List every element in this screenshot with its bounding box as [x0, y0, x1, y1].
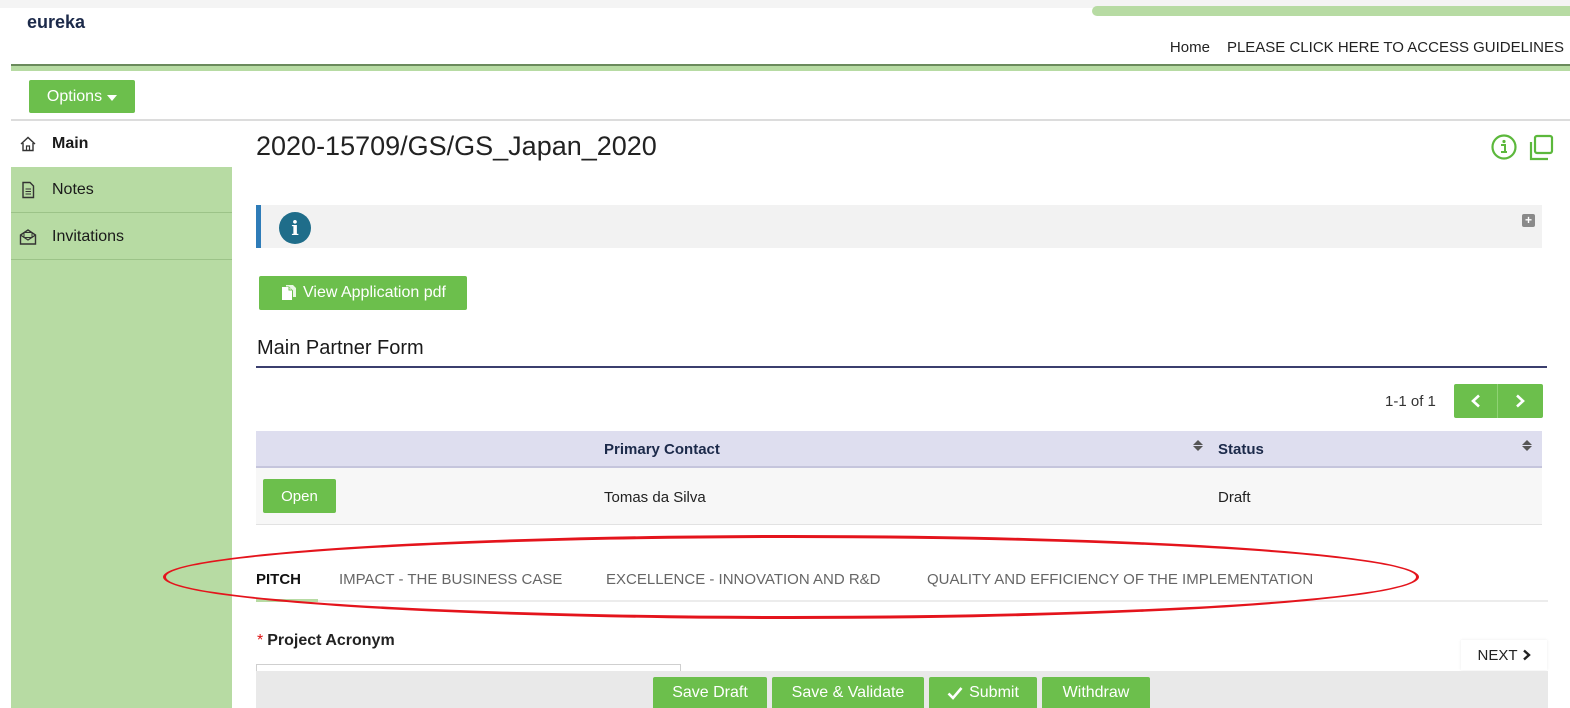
home-icon [20, 136, 36, 152]
info-circle-icon[interactable] [1490, 133, 1518, 161]
sort-icon[interactable] [1522, 440, 1532, 451]
column-header-primary-contact[interactable]: Primary Contact [604, 441, 720, 458]
sidebar-item-main[interactable]: Main [11, 121, 232, 167]
chevron-right-icon [1516, 394, 1525, 408]
section-title: Main Partner Form [257, 337, 424, 359]
save-validate-button[interactable]: Save & Validate [772, 677, 924, 708]
required-marker: * [257, 632, 264, 649]
pager [1454, 384, 1543, 418]
primary-contact-cell: Tomas da Silva [604, 489, 706, 506]
project-acronym-label-text: Project Acronym [267, 632, 395, 649]
envelope-icon [19, 229, 37, 245]
info-icon: i [279, 212, 311, 244]
options-button[interactable]: Options [29, 80, 135, 113]
next-page-button[interactable] [1498, 384, 1542, 418]
sidebar-item-label: Invitations [52, 227, 125, 245]
save-draft-button[interactable]: Save Draft [653, 677, 767, 708]
withdraw-button[interactable]: Withdraw [1042, 677, 1150, 708]
table-row: Open Tomas da Silva Draft [256, 468, 1542, 525]
active-tab-indicator [256, 599, 318, 602]
previous-page-button[interactable] [1454, 384, 1498, 418]
brand-logo[interactable]: eureka [27, 12, 85, 33]
next-button[interactable]: NEXT [1461, 640, 1547, 670]
tab-excellence[interactable]: EXCELLENCE - INNOVATION AND R&D [606, 571, 881, 588]
submit-button[interactable]: Submit [929, 677, 1037, 708]
submit-label: Submit [969, 683, 1019, 701]
top-accent-bar [1092, 6, 1570, 16]
next-label: NEXT [1477, 646, 1518, 664]
sidebar: Main Notes Invitations [11, 121, 232, 708]
top-bar: eureka Home PLEASE CLICK HERE TO ACCESS … [0, 0, 1570, 66]
options-divider [11, 119, 1570, 121]
guidelines-link[interactable]: PLEASE CLICK HERE TO ACCESS GUIDELINES [1227, 39, 1564, 56]
tab-quality[interactable]: QUALITY AND EFFICIENCY OF THE IMPLEMENTA… [927, 571, 1313, 588]
header-divider [11, 64, 1570, 71]
project-acronym-label: * Project Acronym [257, 632, 395, 650]
chevron-left-icon [1470, 394, 1480, 408]
top-nav: Home PLEASE CLICK HERE TO ACCESS GUIDELI… [1170, 39, 1564, 56]
status-cell: Draft [1218, 489, 1251, 506]
table-header: Primary Contact Status [256, 431, 1542, 468]
section-divider [256, 366, 1547, 368]
view-application-pdf-button[interactable]: View Application pdf [259, 276, 467, 310]
column-header-status[interactable]: Status [1218, 441, 1264, 458]
caret-down-icon [107, 94, 118, 101]
sidebar-item-label: Main [52, 135, 89, 152]
page-title: 2020-15709/GS/GS_Japan_2020 [256, 131, 657, 161]
pager-status: 1-1 of 1 [1385, 393, 1436, 410]
title-actions [1490, 133, 1556, 163]
home-link[interactable]: Home [1170, 39, 1210, 56]
tab-impact[interactable]: IMPACT - THE BUSINESS CASE [339, 571, 562, 588]
form-tabs: PITCH IMPACT - THE BUSINESS CASE EXCELLE… [256, 568, 1548, 602]
sort-icon[interactable] [1193, 440, 1203, 451]
chevron-right-icon [1522, 649, 1531, 661]
sidebar-item-invitations[interactable]: Invitations [11, 214, 232, 260]
sidebar-item-label: Notes [52, 180, 94, 198]
options-label: Options [46, 87, 103, 105]
tab-pitch[interactable]: PITCH [256, 571, 301, 588]
sidebar-item-notes[interactable]: Notes [11, 167, 232, 213]
info-panel: i + [256, 205, 1542, 248]
expand-plus-icon[interactable]: + [1522, 214, 1535, 227]
document-icon [22, 181, 35, 199]
view-application-pdf-label: View Application pdf [303, 284, 446, 301]
file-icon [282, 285, 297, 300]
checkmark-icon [947, 686, 963, 700]
open-button[interactable]: Open [263, 479, 336, 513]
copy-icon[interactable] [1526, 133, 1556, 163]
